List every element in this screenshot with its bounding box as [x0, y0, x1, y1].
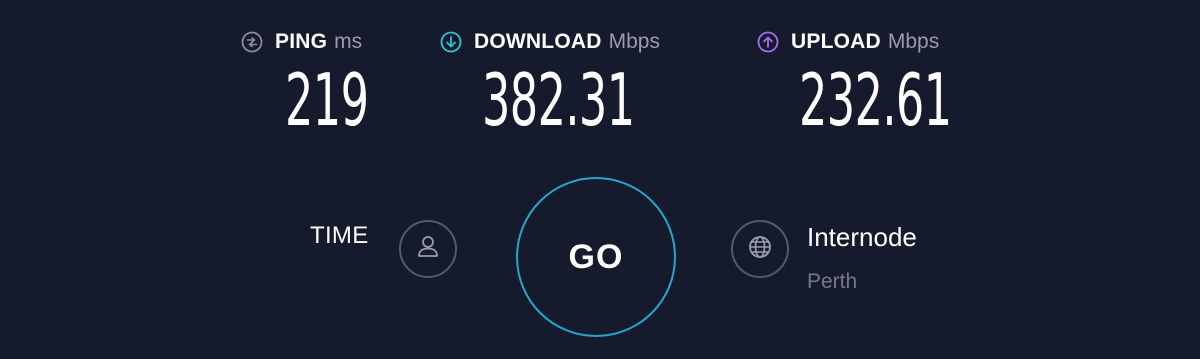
- provider-location: Perth: [807, 270, 858, 293]
- download-header: DOWNLOAD Mbps: [440, 28, 660, 56]
- speedtest-panel: PING ms 219 DOWNLOAD Mbps 382.31 UPLOAD …: [0, 0, 1200, 359]
- upload-value: 232.61: [799, 58, 952, 142]
- upload-arrow-icon: [757, 31, 779, 53]
- upload-metric: UPLOAD Mbps 232.61: [757, 28, 952, 136]
- user-button[interactable]: [399, 220, 457, 278]
- upload-label: UPLOAD: [791, 30, 881, 53]
- user-icon: [413, 232, 443, 267]
- server-select-button[interactable]: [731, 220, 789, 278]
- time-label: TIME: [310, 222, 369, 249]
- go-label: GO: [568, 237, 624, 276]
- ping-metric: PING ms 219: [241, 28, 369, 136]
- upload-unit: Mbps: [887, 30, 940, 53]
- download-unit: Mbps: [608, 30, 660, 53]
- ping-unit: ms: [334, 30, 363, 53]
- upload-header: UPLOAD Mbps: [757, 28, 939, 56]
- download-arrow-icon: [440, 31, 462, 53]
- download-value: 382.31: [482, 58, 635, 142]
- ping-icon: [241, 31, 263, 53]
- download-label: DOWNLOAD: [474, 30, 602, 53]
- ping-header: PING ms: [241, 28, 362, 56]
- globe-icon: [745, 232, 775, 267]
- ping-value: 219: [285, 58, 369, 142]
- ping-label: PING: [275, 30, 328, 53]
- provider-name[interactable]: Internode: [807, 222, 917, 253]
- go-button[interactable]: GO: [516, 177, 676, 337]
- download-metric: DOWNLOAD Mbps 382.31: [440, 28, 660, 136]
